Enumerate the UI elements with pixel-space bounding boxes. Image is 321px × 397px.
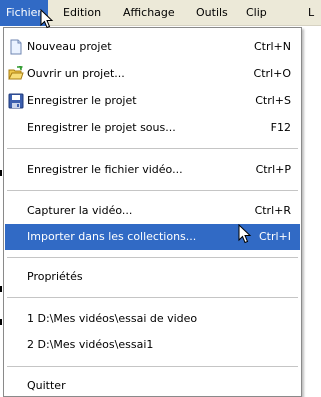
menu-item-proprietes[interactable]: Propriétés [5, 264, 300, 290]
fichier-dropdown-menu: Nouveau projet Ctrl+N Ouvrir un projet..… [3, 27, 302, 397]
new-project-icon [10, 39, 22, 55]
screenshot: Fichier Edition Affichage Outils Clip L … [0, 0, 321, 397]
menu-item-label: Enregistrer le projet sous... [27, 121, 176, 134]
background-fragment [0, 319, 2, 325]
menu-separator [7, 257, 298, 258]
menu-item-enregistrer-projet[interactable]: Enregistrer le projet Ctrl+S [5, 88, 300, 114]
menu-item-label: Nouveau projet [27, 40, 112, 53]
menu-item-shortcut: Ctrl+P [255, 163, 291, 176]
menu-item-label: Ouvrir un projet... [27, 67, 125, 80]
menu-item-ouvrir-projet[interactable]: Ouvrir un projet... Ctrl+O [5, 61, 300, 87]
menu-item-shortcut: Ctrl+I [258, 230, 291, 243]
menu-item-shortcut: F12 [270, 121, 291, 134]
menu-item-nouveau-projet[interactable]: Nouveau projet Ctrl+N [5, 34, 300, 60]
menu-item-label: Importer dans les collections... [27, 230, 197, 243]
menu-item-shortcut: Ctrl+N [253, 40, 291, 53]
menu-item-shortcut: Ctrl+O [253, 67, 291, 80]
menu-affichage[interactable]: Affichage [117, 0, 181, 26]
menu-separator [7, 148, 298, 149]
menu-item-label: Enregistrer le fichier vidéo... [27, 163, 183, 176]
menu-item-label: Capturer la vidéo... [27, 204, 133, 217]
menu-separator [7, 297, 298, 298]
menu-item-enregistrer-sous[interactable]: Enregistrer le projet sous... F12 [5, 115, 300, 141]
menu-item-recent-1[interactable]: 1 D:\Mes vidéos\essai de video [5, 306, 300, 332]
menu-item-capturer-video[interactable]: Capturer la vidéo... Ctrl+R [5, 198, 300, 224]
background-fragment [0, 170, 2, 176]
menu-edition[interactable]: Edition [57, 0, 107, 26]
open-folder-icon [8, 66, 24, 80]
menu-separator [7, 366, 298, 367]
menu-separator [7, 190, 298, 191]
menu-outils[interactable]: Outils [190, 0, 234, 26]
menu-partial[interactable]: L [302, 0, 320, 26]
menu-item-shortcut: Ctrl+S [255, 94, 291, 107]
menu-item-label: Enregistrer le projet [27, 94, 137, 107]
menu-item-enregistrer-video[interactable]: Enregistrer le fichier vidéo... Ctrl+P [5, 157, 300, 183]
menu-item-importer-collections[interactable]: Importer dans les collections... Ctrl+I [5, 224, 300, 250]
menu-item-shortcut: Ctrl+R [254, 204, 291, 217]
menu-item-label: Propriétés [27, 270, 83, 283]
background-fragment [0, 286, 2, 292]
menu-item-label: Quitter [27, 379, 66, 392]
menu-item-label: 1 D:\Mes vidéos\essai de video [27, 312, 198, 325]
mouse-pointer-icon [40, 9, 54, 29]
save-disk-icon [8, 93, 24, 109]
mouse-pointer-icon [238, 224, 252, 244]
menu-item-label: 2 D:\Mes vidéos\essai1 [27, 338, 154, 351]
menu-item-recent-2[interactable]: 2 D:\Mes vidéos\essai1 [5, 332, 300, 358]
menu-item-quitter[interactable]: Quitter [5, 373, 300, 397]
menu-clip[interactable]: Clip [240, 0, 273, 26]
